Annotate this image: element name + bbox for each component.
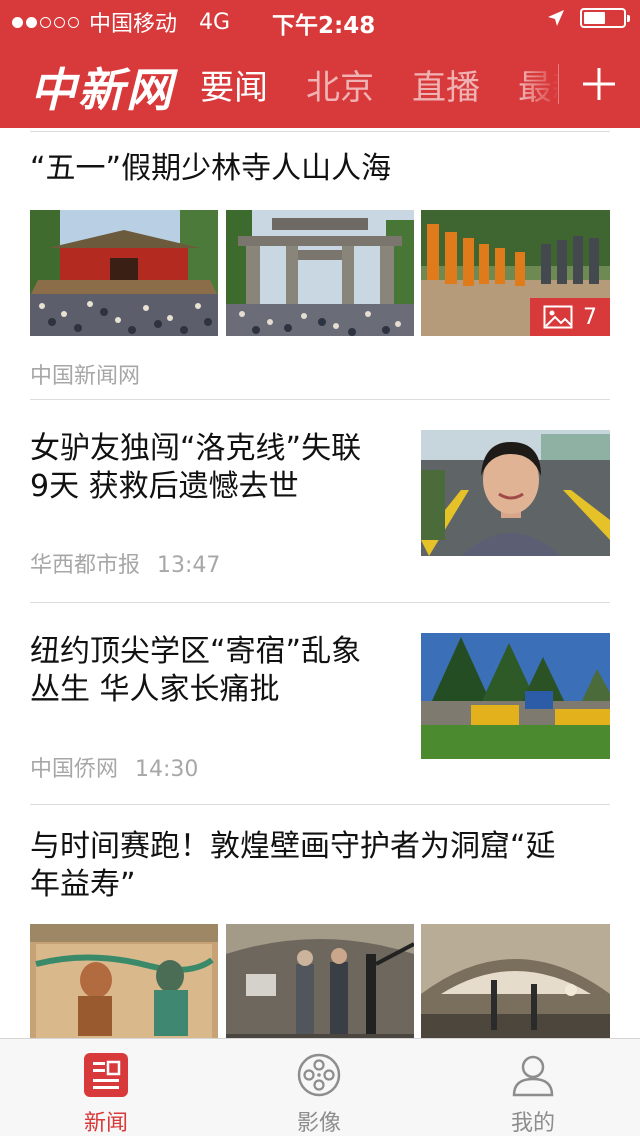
article-title-line: 丛生 华人家长痛批 <box>30 672 280 707</box>
status-bar: 中国移动 4G 下午2:48 <box>0 0 640 40</box>
article-source: 中国新闻网 <box>30 364 141 389</box>
carrier-name: 中国移动 <box>89 12 178 37</box>
school-bus-image <box>421 633 610 759</box>
article-image <box>226 210 414 336</box>
plus-icon <box>583 68 615 100</box>
article-source: 中国侨网 <box>30 757 119 782</box>
status-time: 下午2:48 <box>272 13 376 39</box>
divider <box>30 602 610 603</box>
article-meta: 中国侨网 14:30 <box>30 751 198 783</box>
divider <box>30 804 610 805</box>
article-title-line: 与时间赛跑！敦煌壁画守护者为洞窟“延 <box>30 829 556 864</box>
article-title-line: 年益寿” <box>30 867 136 902</box>
article-image <box>226 924 414 1038</box>
article-title: 纽约顶尖学区“寄宿”乱象 丛生 华人家长痛批 <box>30 633 361 709</box>
tabs-fade <box>520 40 560 128</box>
article-source: 华西都市报 <box>30 553 141 578</box>
cave-image <box>421 924 610 1038</box>
divider <box>30 399 610 400</box>
tab-news-label: 新闻 <box>83 1111 128 1136</box>
article-title: “五一”假期少林寺人山人海 <box>30 151 392 186</box>
status-right <box>546 8 630 28</box>
selfie-image <box>421 430 610 556</box>
news-icon <box>84 1053 128 1097</box>
film-reel-icon <box>297 1053 341 1097</box>
tab-headlines[interactable]: 要闻 <box>200 60 268 109</box>
add-channel-button[interactable] <box>558 40 640 128</box>
location-arrow-icon <box>548 10 564 26</box>
article-title: 女驴友独闯“洛克线”失联 9天 获救后遗憾去世 <box>30 430 361 506</box>
tab-me-label: 我的 <box>510 1111 555 1136</box>
network-type: 4G <box>199 9 231 35</box>
app-logo: 中新网 <box>30 63 174 117</box>
article-image: 7 <box>421 210 610 336</box>
tab-beijing[interactable]: 北京 <box>306 60 374 109</box>
status-left: 中国移动 4G <box>12 6 230 38</box>
article-image <box>30 210 218 336</box>
restorers-image <box>226 924 414 1038</box>
article-title-line: 女驴友独闯“洛克线”失联 <box>30 431 362 466</box>
article-title-line: 9天 获救后遗憾去世 <box>30 469 299 504</box>
article-image <box>421 924 610 1038</box>
photo-count: 7 <box>583 304 597 330</box>
app-header: 中国移动 4G 下午2:48 中新网 要闻 北京 直播 最新 <box>0 0 640 128</box>
article-title: 与时间赛跑！敦煌壁画守护者为洞窟“延 年益寿” <box>30 828 620 904</box>
temple-gate-image <box>226 210 414 336</box>
article-time: 14:30 <box>135 757 199 782</box>
article-meta: 华西都市报 13:47 <box>30 547 220 579</box>
mural-image <box>30 924 218 1038</box>
divider <box>30 131 610 132</box>
shaolin-temple-image <box>30 210 218 336</box>
news-feed[interactable]: “五一”假期少林寺人山人海 7 中国新闻网 女驴友独闯“洛克线”失联 9天 获救… <box>0 128 640 1038</box>
article-title-line: 纽约顶尖学区“寄宿”乱象 <box>30 634 362 669</box>
tab-video-label: 影像 <box>296 1111 341 1136</box>
photo-gallery-icon <box>543 305 573 329</box>
channel-tabs: 要闻 北京 直播 最新 <box>200 40 560 128</box>
tab-news[interactable]: 新闻 <box>46 1039 166 1137</box>
battery-icon <box>580 8 630 28</box>
tab-live[interactable]: 直播 <box>412 60 480 109</box>
tab-video[interactable]: 影像 <box>259 1039 379 1137</box>
article-image <box>421 633 610 759</box>
article-time: 13:47 <box>157 553 221 578</box>
bottom-tab-bar: 新闻 影像 我的 <box>0 1038 640 1136</box>
photo-count-badge: 7 <box>530 298 610 336</box>
nav-bar: 中新网 要闻 北京 直播 最新 <box>0 40 640 128</box>
tab-me[interactable]: 我的 <box>473 1039 593 1137</box>
person-icon <box>512 1055 554 1097</box>
article-image <box>421 430 610 556</box>
signal-strength-icon <box>12 16 79 28</box>
article-image <box>30 924 218 1038</box>
